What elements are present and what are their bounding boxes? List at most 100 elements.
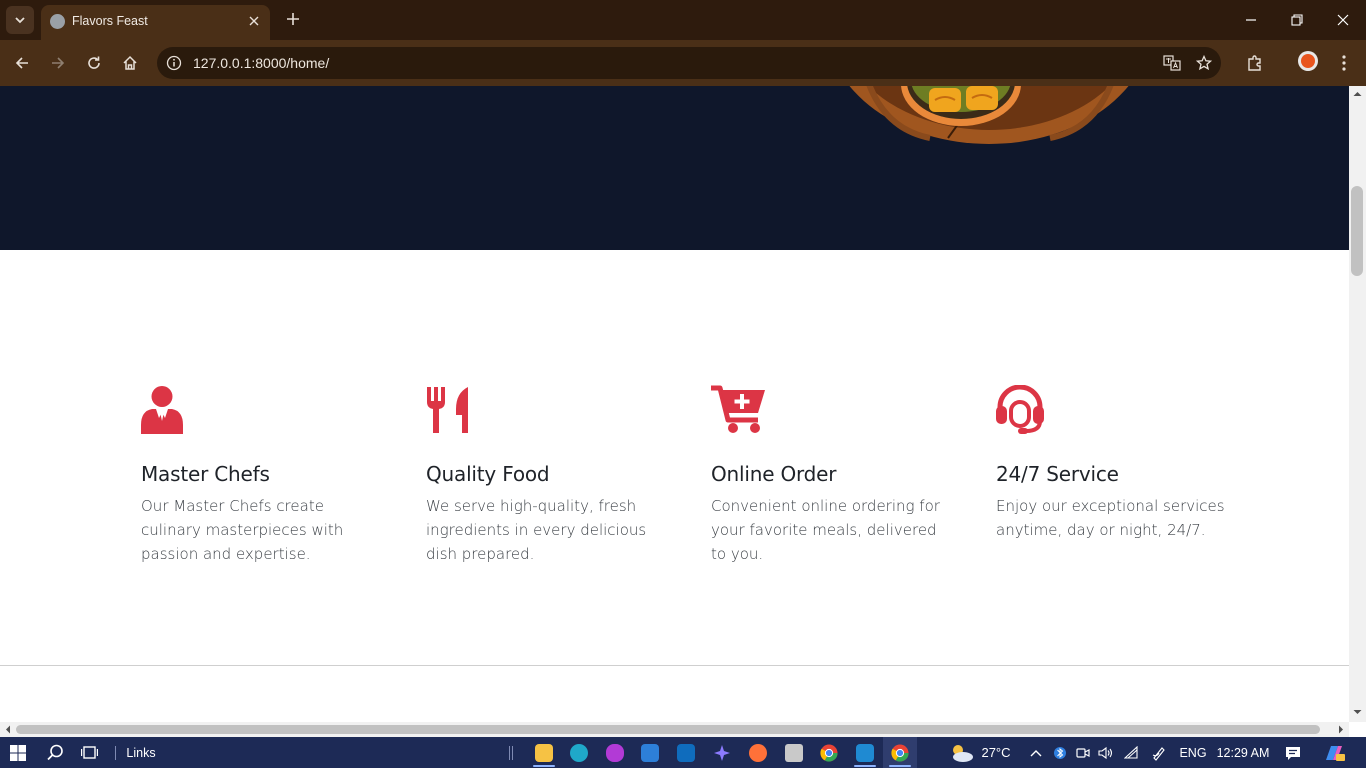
folder-icon xyxy=(535,743,553,762)
feature-title: 24/7 Service xyxy=(996,462,1119,486)
puzzle-icon xyxy=(1248,55,1261,71)
feature-description: Our Master Chefs create culinary masterp… xyxy=(141,497,344,563)
reload-icon xyxy=(88,56,100,69)
bluetooth-icon xyxy=(1054,746,1066,759)
taskbar-edge[interactable] xyxy=(562,737,596,768)
temperature-readout[interactable]: 27°C xyxy=(978,737,1014,768)
taskbar-firefox[interactable] xyxy=(741,737,775,768)
scroll-down-arrow-icon[interactable] xyxy=(1349,706,1366,718)
pen-icon xyxy=(1152,746,1165,761)
copilot-tray-button[interactable] xyxy=(1320,737,1348,768)
notifications-button[interactable] xyxy=(1280,737,1306,768)
scroll-right-arrow-icon[interactable] xyxy=(1335,722,1347,737)
feature-title: Online Order xyxy=(711,462,837,486)
bookmark-button[interactable] xyxy=(1192,51,1216,75)
restore-button[interactable] xyxy=(1274,0,1320,40)
browser-tab[interactable]: Flavors Feast xyxy=(41,5,270,40)
start-button[interactable] xyxy=(0,737,36,768)
wifi-tray-icon[interactable] xyxy=(1122,737,1142,768)
url-text[interactable]: 127.0.0.1:8000/home/ xyxy=(193,55,329,71)
minimize-button[interactable] xyxy=(1228,0,1274,40)
feature-card-master-chefs: Master Chefs Our Master Chefs create cul… xyxy=(141,385,381,566)
taskbar-file-explorer[interactable] xyxy=(527,737,561,768)
scroll-up-arrow-icon[interactable] xyxy=(1349,88,1366,100)
vscode-icon xyxy=(856,743,874,762)
active-indicator xyxy=(889,765,911,767)
more-vertical-icon xyxy=(1342,55,1346,71)
toolbar-grip[interactable] xyxy=(508,737,514,768)
chef-icon xyxy=(141,386,183,434)
globe-icon xyxy=(50,14,65,29)
feature-description: We serve high-quality, fresh ingredients… xyxy=(426,497,647,563)
site-info-button[interactable] xyxy=(165,54,183,72)
taskbar-outlook[interactable] xyxy=(669,737,703,768)
tab-close-button[interactable] xyxy=(245,12,263,30)
sparkle-icon xyxy=(714,744,730,761)
camera-tray-icon[interactable] xyxy=(1073,737,1093,768)
extensions-button[interactable] xyxy=(1243,51,1267,75)
taskbar-vscode[interactable] xyxy=(848,737,882,768)
bluetooth-tray-icon[interactable] xyxy=(1050,737,1070,768)
firefox-icon xyxy=(749,743,767,762)
horizontal-scrollbar[interactable] xyxy=(0,722,1349,737)
translate-button[interactable] xyxy=(1160,51,1184,75)
links-toolbar[interactable]: Links xyxy=(120,737,162,768)
star-icon xyxy=(1196,55,1212,71)
feature-description: Enjoy our exceptional services anytime, … xyxy=(996,497,1225,539)
clock[interactable]: 12:29 AM xyxy=(1212,737,1274,768)
feature-description: Convenient online ordering for your favo… xyxy=(711,497,940,563)
links-label: Links xyxy=(126,745,156,760)
address-bar[interactable]: 127.0.0.1:8000/home/ xyxy=(157,47,1221,79)
hero-section xyxy=(0,86,1349,250)
scroll-left-arrow-icon[interactable] xyxy=(2,722,14,737)
taskbar-app-mask[interactable] xyxy=(598,737,632,768)
temperature-text: 27°C xyxy=(981,745,1011,760)
task-view-button[interactable] xyxy=(72,737,106,768)
back-button[interactable] xyxy=(10,51,34,75)
feature-card-quality-food: Quality Food We serve high-quality, fres… xyxy=(426,385,666,566)
windows-logo-icon xyxy=(10,744,26,761)
minimize-icon xyxy=(1246,19,1256,21)
new-tab-button[interactable] xyxy=(282,8,304,30)
weather-widget[interactable] xyxy=(944,737,978,768)
pen-tray-icon[interactable] xyxy=(1148,737,1170,768)
search-icon xyxy=(46,744,63,761)
store-icon xyxy=(641,743,659,762)
show-hidden-icons-button[interactable] xyxy=(1026,737,1046,768)
taskbar-chrome-active[interactable] xyxy=(883,737,917,768)
restore-icon xyxy=(1291,14,1303,26)
arrow-right-icon xyxy=(52,57,65,69)
wifi-icon xyxy=(1124,745,1138,759)
translate-icon xyxy=(1163,55,1181,71)
vertical-scroll-thumb[interactable] xyxy=(1351,186,1363,276)
browser-menu-button[interactable] xyxy=(1332,51,1356,75)
info-icon xyxy=(166,55,182,71)
volume-tray-icon[interactable] xyxy=(1096,737,1116,768)
tab-search-button[interactable] xyxy=(6,6,34,34)
input-language-indicator[interactable]: ENG xyxy=(1176,737,1210,768)
feature-card-online-order: Online Order Convenient online ordering … xyxy=(711,385,951,566)
taskbar-store[interactable] xyxy=(633,737,667,768)
language-text: ENG xyxy=(1179,745,1207,760)
taskbar-chrome[interactable] xyxy=(812,737,846,768)
taskbar-copilot[interactable] xyxy=(705,737,739,768)
horizontal-scroll-thumb[interactable] xyxy=(16,725,1320,734)
home-button[interactable] xyxy=(118,51,142,75)
feature-title: Quality Food xyxy=(426,462,550,486)
mask-icon xyxy=(606,743,624,762)
database-icon xyxy=(785,743,803,762)
taskbar-database[interactable] xyxy=(777,737,811,768)
plus-icon xyxy=(287,13,299,25)
dish-bowl-image xyxy=(849,86,1129,144)
forward-button[interactable] xyxy=(46,51,70,75)
task-view-icon xyxy=(80,746,98,759)
edge-icon xyxy=(570,743,588,762)
search-button[interactable] xyxy=(38,737,72,768)
reload-button[interactable] xyxy=(82,51,106,75)
home-icon xyxy=(123,55,137,70)
vertical-scrollbar[interactable] xyxy=(1349,86,1366,722)
profile-avatar[interactable] xyxy=(1298,51,1318,71)
clock-time: 12:29 AM xyxy=(1216,745,1270,760)
tab-title: Flavors Feast xyxy=(72,14,148,28)
close-window-button[interactable] xyxy=(1320,0,1366,40)
